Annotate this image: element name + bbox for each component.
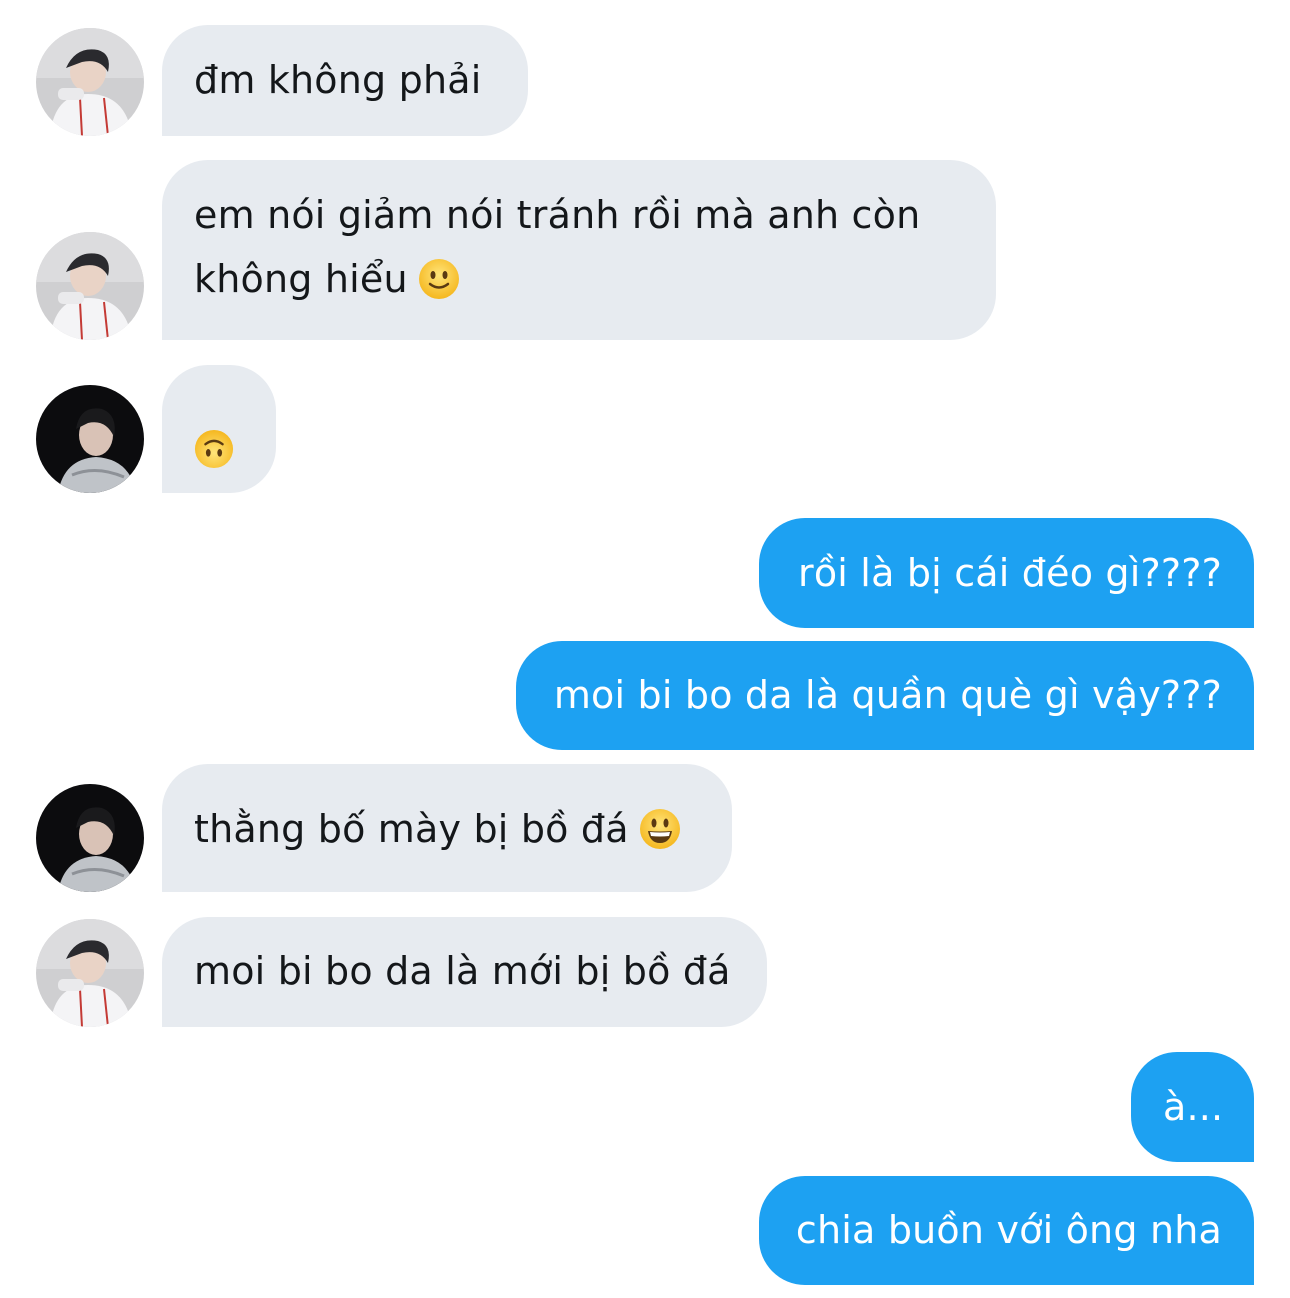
grinning-face-icon xyxy=(639,808,681,850)
slightly-smiling-face-icon xyxy=(418,258,460,300)
avatar[interactable] xyxy=(36,232,144,340)
message-text: moi bi bo da là mới bị bồ đá xyxy=(194,949,731,993)
incoming-message-bubble[interactable]: moi bi bo da là mới bị bồ đá xyxy=(162,917,767,1027)
outgoing-message-bubble[interactable]: rồi là bị cái đéo gì???? xyxy=(759,518,1254,628)
outgoing-message-bubble[interactable]: chia buồn với ông nha xyxy=(759,1176,1254,1285)
incoming-message-bubble[interactable]: thằng bố mày bị bồ đá xyxy=(162,764,732,892)
message-text: không hiểu xyxy=(194,257,408,301)
outgoing-message-bubble[interactable]: moi bi bo da là quần què gì vậy??? xyxy=(516,641,1254,750)
avatar[interactable] xyxy=(36,919,144,1027)
message-text: thằng bố mày bị bồ đá xyxy=(194,807,629,851)
message-text-line: không hiểu xyxy=(194,247,964,311)
message-text: chia buồn với ông nha xyxy=(795,1208,1222,1252)
incoming-message-bubble[interactable]: đm không phải xyxy=(162,25,528,136)
avatar[interactable] xyxy=(36,784,144,892)
message-text: moi bi bo da là quần què gì vậy??? xyxy=(553,673,1222,717)
avatar[interactable] xyxy=(36,385,144,493)
message-text-line: em nói giảm nói tránh rồi mà anh còn xyxy=(194,193,921,237)
incoming-message-bubble[interactable]: em nói giảm nói tránh rồi mà anh còn khô… xyxy=(162,160,996,340)
upside-down-face-icon xyxy=(194,429,234,469)
outgoing-message-bubble[interactable]: à... xyxy=(1131,1052,1254,1162)
message-text: rồi là bị cái đéo gì???? xyxy=(798,551,1222,595)
message-text: đm không phải xyxy=(194,58,482,102)
chat-thread[interactable]: đm không phải em nói giảm nói tránh rồi … xyxy=(0,0,1290,1298)
incoming-message-bubble[interactable] xyxy=(162,365,276,493)
message-text: à... xyxy=(1163,1085,1224,1129)
avatar[interactable] xyxy=(36,28,144,136)
